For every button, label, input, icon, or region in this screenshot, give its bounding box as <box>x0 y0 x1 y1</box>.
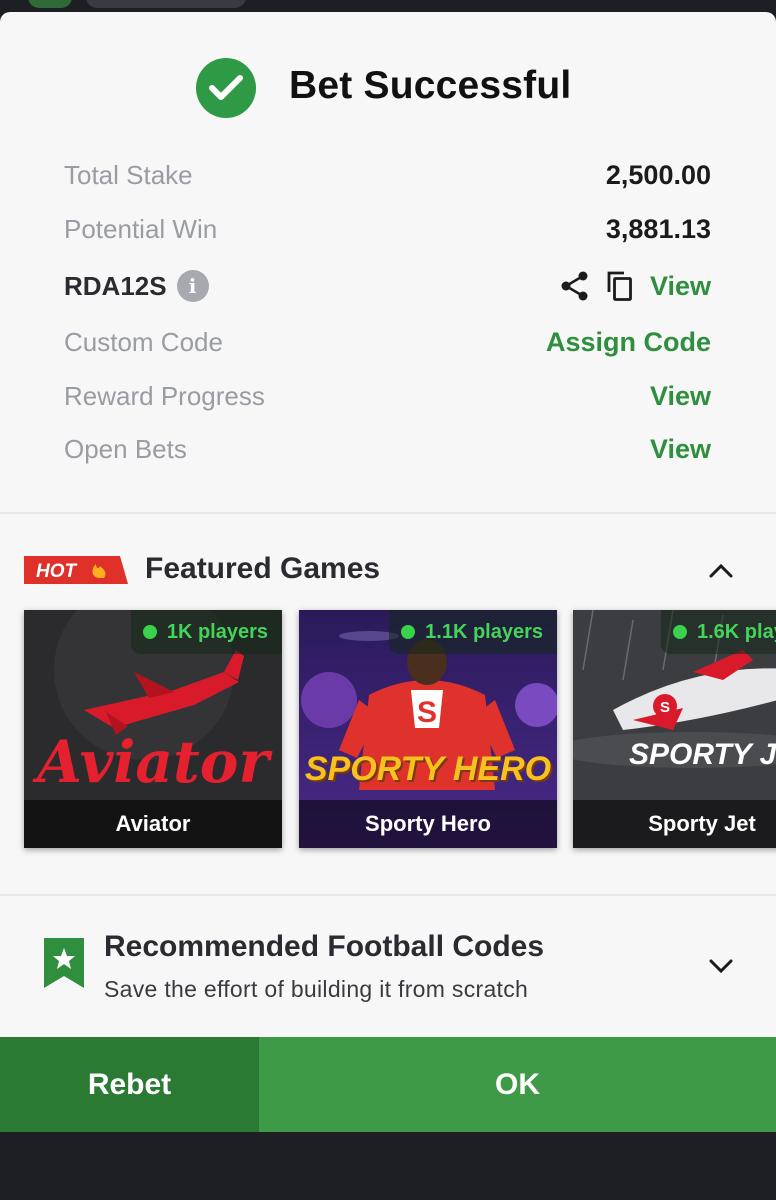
open-bets-view-link[interactable]: View <box>650 434 711 465</box>
recommended-subtitle: Save the effort of building it from scra… <box>104 976 529 1002</box>
open-bets-label: Open Bets <box>64 433 187 464</box>
game-name: Sporty Jet <box>573 800 776 848</box>
total-stake-value: 2,500.00 <box>605 159 711 190</box>
game-card-aviator[interactable]: Aviator 1K players Aviator <box>24 610 282 848</box>
share-icon[interactable] <box>560 270 590 302</box>
potential-win-value: 3,881.13 <box>605 213 711 244</box>
home-indicator-bar <box>0 1132 776 1200</box>
booking-view-link[interactable]: View <box>650 271 711 302</box>
players-count: 1K players <box>166 620 268 643</box>
rebet-button[interactable]: Rebet <box>0 1037 259 1132</box>
players-badge: 1.6K players <box>661 610 776 654</box>
game-card-sporty-jet[interactable]: S SPORTY JET 1.6K players Sporty Jet <box>573 610 776 848</box>
sporty-hero-logo: SPORTY HERO <box>304 750 552 788</box>
online-dot-icon <box>401 625 416 639</box>
bet-success-sheet: Bet Successful Total Stake 2,500.00 Pote… <box>0 12 776 1037</box>
total-stake-row: Total Stake 2,500.00 <box>64 155 711 195</box>
game-name: Aviator <box>24 800 282 848</box>
total-stake-label: Total Stake <box>64 159 193 190</box>
reward-progress-view-link[interactable]: View <box>650 381 711 412</box>
featured-games-title: Featured Games <box>145 552 381 585</box>
assign-code-link[interactable]: Assign Code <box>546 327 711 358</box>
players-count: 1.6K players <box>697 620 776 643</box>
hot-badge: HOT <box>24 556 128 584</box>
recommended-title: Recommended Football Codes <box>104 930 545 963</box>
svg-text:S: S <box>417 696 437 729</box>
booking-code: RDA12S <box>64 270 167 301</box>
svg-text:HOT: HOT <box>36 561 78 582</box>
booking-actions: View <box>560 270 711 302</box>
game-card-sporty-hero[interactable]: S SPORTY HERO 1.1K players Sporty Hero <box>299 610 557 848</box>
info-icon[interactable]: i <box>176 270 209 302</box>
custom-code-row: Custom Code Assign Code <box>64 322 711 362</box>
open-bets-row: Open Bets View <box>64 429 711 469</box>
reward-progress-label: Reward Progress <box>64 380 265 411</box>
status-bar <box>0 0 776 12</box>
players-badge: 1K players <box>130 610 282 654</box>
copy-icon[interactable] <box>606 270 634 302</box>
booking-code-row: RDA12S i View <box>64 266 711 306</box>
online-dot-icon <box>142 625 157 639</box>
potential-win-row: Potential Win 3,881.13 <box>64 209 711 249</box>
game-name: Sporty Hero <box>299 800 557 848</box>
online-dot-icon <box>673 625 687 639</box>
status-indicator <box>28 0 72 8</box>
status-pill <box>86 0 246 8</box>
dialog-header: Bet Successful <box>0 12 776 152</box>
reward-progress-row: Reward Progress View <box>64 376 711 416</box>
featured-games-section: HOT Featured Games Aviator 1K players Av… <box>0 516 776 896</box>
booking-code-wrap: RDA12S i <box>64 270 209 302</box>
dialog-title: Bet Successful <box>289 64 572 107</box>
chevron-up-icon[interactable] <box>706 556 736 586</box>
success-check-icon <box>196 58 256 118</box>
ok-button[interactable]: OK <box>259 1037 776 1132</box>
divider <box>0 512 776 514</box>
players-badge: 1.1K players <box>389 610 557 654</box>
sporty-jet-logo: SPORTY JET <box>629 738 776 771</box>
svg-text:S: S <box>660 699 670 716</box>
aviator-logo: Aviator <box>37 728 269 796</box>
chevron-down-icon[interactable] <box>706 951 736 981</box>
bookmark-star-icon <box>44 938 84 988</box>
potential-win-label: Potential Win <box>64 213 218 244</box>
custom-code-label: Custom Code <box>64 326 223 357</box>
recommended-codes-section[interactable]: Recommended Football Codes Save the effo… <box>0 896 776 1037</box>
players-count: 1.1K players <box>425 620 543 643</box>
